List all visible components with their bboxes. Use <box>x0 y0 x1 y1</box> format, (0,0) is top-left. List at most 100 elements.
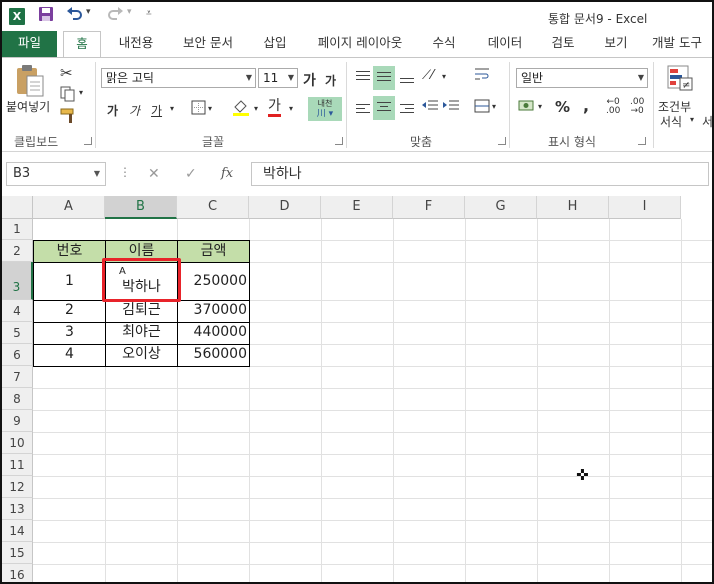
table-cell[interactable]: 최야근 <box>106 322 177 343</box>
tab-developer[interactable]: 개발 도구 <box>652 31 712 57</box>
font-color-button[interactable]: 가 <box>268 98 281 117</box>
undo-dropdown-icon[interactable]: ▾ <box>86 7 91 17</box>
row-header-1[interactable]: 1 <box>2 219 33 240</box>
underline-dropdown-icon[interactable]: ▾ <box>170 104 174 113</box>
align-right-icon[interactable] <box>398 100 416 120</box>
tab-view[interactable]: 보기 <box>598 31 634 57</box>
column-header-g[interactable]: G <box>465 196 537 219</box>
row-header-11[interactable]: 11 <box>2 454 33 476</box>
percent-style-button[interactable]: % <box>555 98 570 116</box>
font-launcher-icon[interactable] <box>335 137 343 145</box>
underline-button[interactable]: 가 <box>151 102 162 119</box>
shrink-font-button[interactable]: 가 <box>325 72 336 89</box>
increase-indent-icon[interactable] <box>442 98 460 117</box>
decrease-decimal-icon[interactable]: .00 →0 <box>630 98 644 116</box>
table-cell[interactable]: 4 <box>34 344 105 365</box>
table-cell[interactable]: 560000 <box>178 344 249 365</box>
column-header-d[interactable]: D <box>249 196 321 219</box>
table-cell[interactable]: 1 <box>34 263 105 299</box>
enter-icon[interactable]: ✓ <box>185 166 197 182</box>
column-header-b[interactable]: B <box>105 196 177 219</box>
fill-color-icon[interactable] <box>232 98 250 119</box>
tab-review[interactable]: 검토 <box>545 31 581 57</box>
align-left-icon[interactable] <box>354 100 372 120</box>
save-icon[interactable] <box>38 6 54 26</box>
grow-font-button[interactable]: 가 <box>303 70 316 90</box>
paste-button[interactable]: 붙여넣기 <box>6 98 50 115</box>
row-header-8[interactable]: 8 <box>2 388 33 410</box>
table-cell[interactable]: 3 <box>34 322 105 343</box>
row-header-3[interactable]: 3 <box>2 262 33 300</box>
orientation-dropdown-icon[interactable]: ▾ <box>442 72 446 81</box>
cut-icon[interactable]: ✂ <box>60 64 73 82</box>
table-cell[interactable]: 370000 <box>178 300 249 321</box>
tab-data[interactable]: 데이터 <box>482 31 528 57</box>
row-header-4[interactable]: 4 <box>2 300 33 322</box>
row-header-5[interactable]: 5 <box>2 322 33 344</box>
conditional-formatting-label-2[interactable]: 서식 <box>660 113 682 130</box>
comma-style-icon[interactable]: , <box>583 96 589 115</box>
tab-home[interactable]: 홈 <box>63 31 101 58</box>
tab-insert[interactable]: 삽입 <box>257 31 293 57</box>
align-bottom-icon[interactable] <box>398 70 416 90</box>
table-cell[interactable]: 오이상 <box>106 344 177 365</box>
table-cell[interactable]: 김퇴근 <box>106 300 177 321</box>
italic-button[interactable]: 가 <box>129 102 140 119</box>
row-header-10[interactable]: 10 <box>2 432 33 454</box>
tab-page-layout[interactable]: 페이지 레이아웃 <box>311 31 409 57</box>
alignment-launcher-icon[interactable] <box>498 137 506 145</box>
conditional-formatting-icon[interactable]: ≠ <box>666 64 694 95</box>
row-header-13[interactable]: 13 <box>2 498 33 520</box>
fill-color-dropdown-icon[interactable]: ▾ <box>254 104 258 113</box>
tab-security[interactable]: 보안 문서 <box>178 31 238 57</box>
number-format-combo[interactable]: 일반 ▼ <box>516 68 648 88</box>
row-header-15[interactable]: 15 <box>2 542 33 564</box>
bold-button[interactable]: 가 <box>107 102 118 119</box>
clipboard-launcher-icon[interactable] <box>84 137 92 145</box>
phonetic-guide-button[interactable]: 내천 川 ▾ <box>308 97 342 121</box>
decrease-indent-icon[interactable] <box>421 98 439 117</box>
undo-icon[interactable] <box>66 5 84 25</box>
orientation-icon[interactable]: ⟋⁄ <box>422 68 433 83</box>
format-painter-icon[interactable] <box>60 108 78 127</box>
conditional-dropdown-icon[interactable]: ▾ <box>690 115 694 124</box>
column-header-a[interactable]: A <box>33 196 105 219</box>
tab-formulas[interactable]: 수식 <box>426 31 462 57</box>
table-cell[interactable]: 2 <box>34 300 105 321</box>
select-all-corner[interactable] <box>2 196 33 219</box>
table-header-cell[interactable]: 번호 <box>34 241 105 262</box>
borders-icon[interactable] <box>191 100 206 118</box>
name-box[interactable]: B3 ▼ <box>6 162 106 186</box>
redo-icon[interactable] <box>106 5 124 25</box>
formula-input[interactable]: 박하나 <box>251 162 709 186</box>
column-header-e[interactable]: E <box>321 196 393 219</box>
align-middle-icon[interactable] <box>373 66 395 90</box>
row-header-12[interactable]: 12 <box>2 476 33 498</box>
merge-dropdown-icon[interactable]: ▾ <box>492 102 496 111</box>
accounting-dropdown-icon[interactable]: ▾ <box>538 102 542 111</box>
insert-function-icon[interactable]: fx <box>221 166 233 181</box>
row-header-16[interactable]: 16 <box>2 564 33 582</box>
customize-qat-icon[interactable]: ⩡ <box>146 8 152 19</box>
copy-icon[interactable] <box>60 86 76 105</box>
row-header-6[interactable]: 6 <box>2 344 33 366</box>
row-header-2[interactable]: 2 <box>2 240 33 262</box>
align-top-icon[interactable] <box>354 68 372 88</box>
redo-dropdown-icon[interactable]: ▾ <box>127 7 132 17</box>
format-as-table-partial[interactable]: 서 <box>702 113 712 130</box>
align-center-icon[interactable] <box>373 96 395 120</box>
font-size-combo[interactable]: 11 ▼ <box>258 68 298 88</box>
font-name-combo[interactable]: 맑은 고딕 ▼ <box>101 68 256 88</box>
tab-insert-table[interactable]: 내전용 <box>114 31 158 57</box>
borders-dropdown-icon[interactable]: ▾ <box>208 104 212 113</box>
increase-decimal-icon[interactable]: ←0.00 <box>606 98 620 116</box>
more-options-icon[interactable]: ⋮ <box>119 165 131 179</box>
cancel-icon[interactable]: ✕ <box>148 166 160 182</box>
paste-icon[interactable] <box>14 64 48 101</box>
row-header-9[interactable]: 9 <box>2 410 33 432</box>
column-header-f[interactable]: F <box>393 196 465 219</box>
copy-dropdown-icon[interactable]: ▾ <box>79 88 83 97</box>
column-header-i[interactable]: I <box>609 196 681 219</box>
row-header-7[interactable]: 7 <box>2 366 33 388</box>
table-header-cell[interactable]: 금액 <box>178 241 249 262</box>
